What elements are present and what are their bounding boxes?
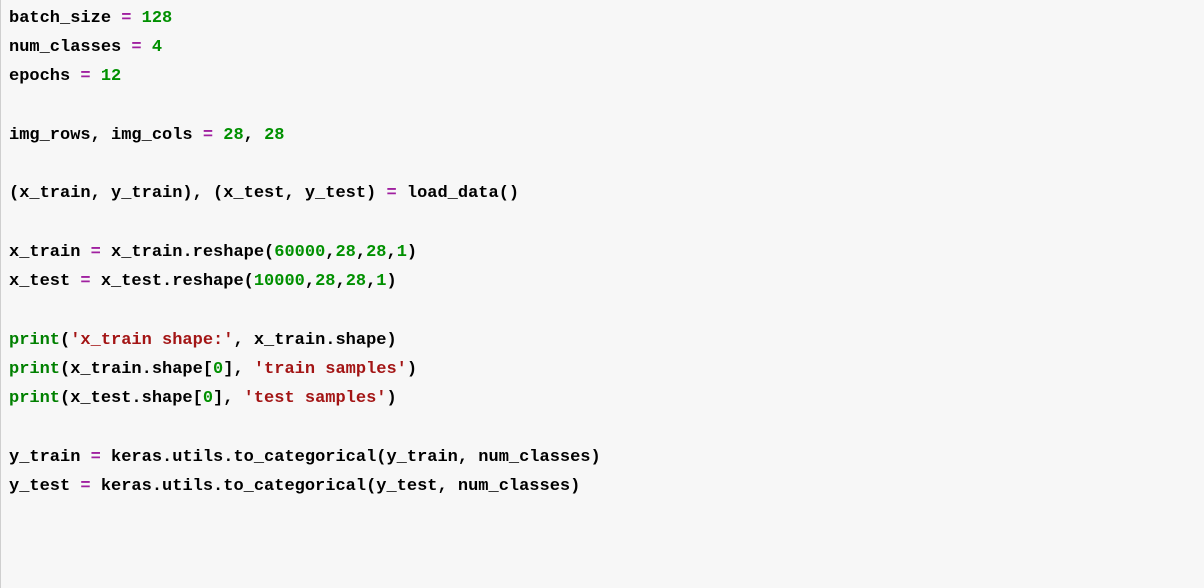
token-num: 28 <box>264 126 284 145</box>
token-plain: img_rows, img_cols <box>9 126 203 145</box>
token-num: 0 <box>203 389 213 408</box>
token-fn: print <box>9 360 60 379</box>
token-op: = <box>203 126 213 145</box>
token-op: = <box>386 184 396 203</box>
token-num: 1 <box>397 243 407 262</box>
token-num: 28 <box>223 126 243 145</box>
code-line: x_test = x_test.reshape(10000,28,28,1) <box>9 267 1204 296</box>
token-plain: load_data() <box>397 184 519 203</box>
token-plain: (x_train.shape[ <box>60 360 213 379</box>
token-plain: ) <box>386 389 396 408</box>
token-plain: , <box>387 243 397 262</box>
token-plain: y_test <box>9 477 80 496</box>
code-line <box>9 209 1204 238</box>
token-fn: print <box>9 331 60 350</box>
token-plain: x_train.reshape( <box>101 243 274 262</box>
token-num: 10000 <box>254 272 305 291</box>
token-plain: x_test.reshape( <box>91 272 254 291</box>
code-line <box>9 150 1204 179</box>
token-plain: (x_test.shape[ <box>60 389 203 408</box>
token-op: = <box>91 448 101 467</box>
code-line <box>9 413 1204 442</box>
code-line: y_test = keras.utils.to_categorical(y_te… <box>9 472 1204 501</box>
token-str: 'x_train shape:' <box>70 331 233 350</box>
token-fn: print <box>9 389 60 408</box>
token-plain: , <box>335 272 345 291</box>
token-num: 12 <box>101 67 121 86</box>
code-line <box>9 92 1204 121</box>
token-plain: x_test <box>9 272 80 291</box>
token-plain: epochs <box>9 67 80 86</box>
code-line: num_classes = 4 <box>9 33 1204 62</box>
code-line: img_rows, img_cols = 28, 28 <box>9 121 1204 150</box>
token-op: = <box>80 477 90 496</box>
token-plain: , x_train.shape) <box>233 331 396 350</box>
code-line: epochs = 12 <box>9 62 1204 91</box>
token-plain: ) <box>407 243 417 262</box>
token-num: 28 <box>366 243 386 262</box>
token-op: = <box>121 9 131 28</box>
code-line: batch_size = 128 <box>9 4 1204 33</box>
token-plain: (x_train, y_train), (x_test, y_test) <box>9 184 386 203</box>
token-plain: x_train <box>9 243 91 262</box>
token-num: 28 <box>315 272 335 291</box>
code-line: (x_train, y_train), (x_test, y_test) = l… <box>9 179 1204 208</box>
token-plain <box>213 126 223 145</box>
token-plain: y_train <box>9 448 91 467</box>
token-num: 60000 <box>274 243 325 262</box>
token-plain: keras.utils.to_categorical(y_test, num_c… <box>91 477 581 496</box>
token-plain <box>142 38 152 57</box>
token-str: 'train samples' <box>254 360 407 379</box>
token-plain <box>91 67 101 86</box>
token-plain: , <box>356 243 366 262</box>
token-op: = <box>80 67 90 86</box>
token-plain: , <box>325 243 335 262</box>
token-plain: ], <box>213 389 244 408</box>
token-plain: ( <box>60 331 70 350</box>
token-num: 28 <box>335 243 355 262</box>
token-str: 'test samples' <box>244 389 387 408</box>
token-op: = <box>80 272 90 291</box>
code-line: y_train = keras.utils.to_categorical(y_t… <box>9 443 1204 472</box>
token-num: 1 <box>376 272 386 291</box>
code-line: print('x_train shape:', x_train.shape) <box>9 326 1204 355</box>
token-plain: ) <box>407 360 417 379</box>
code-line: print(x_train.shape[0], 'train samples') <box>9 355 1204 384</box>
code-block: batch_size = 128num_classes = 4epochs = … <box>0 0 1204 588</box>
token-plain: num_classes <box>9 38 131 57</box>
token-plain: keras.utils.to_categorical(y_train, num_… <box>101 448 601 467</box>
token-plain: , <box>244 126 264 145</box>
token-plain: , <box>366 272 376 291</box>
token-plain: ) <box>387 272 397 291</box>
token-num: 4 <box>152 38 162 57</box>
token-plain <box>131 9 141 28</box>
token-num: 28 <box>346 272 366 291</box>
token-plain: ], <box>223 360 254 379</box>
code-line: print(x_test.shape[0], 'test samples') <box>9 384 1204 413</box>
token-op: = <box>131 38 141 57</box>
token-num: 128 <box>142 9 173 28</box>
code-line <box>9 296 1204 325</box>
token-op: = <box>91 243 101 262</box>
token-plain: , <box>305 272 315 291</box>
code-line: x_train = x_train.reshape(60000,28,28,1) <box>9 238 1204 267</box>
token-plain: batch_size <box>9 9 121 28</box>
token-num: 0 <box>213 360 223 379</box>
